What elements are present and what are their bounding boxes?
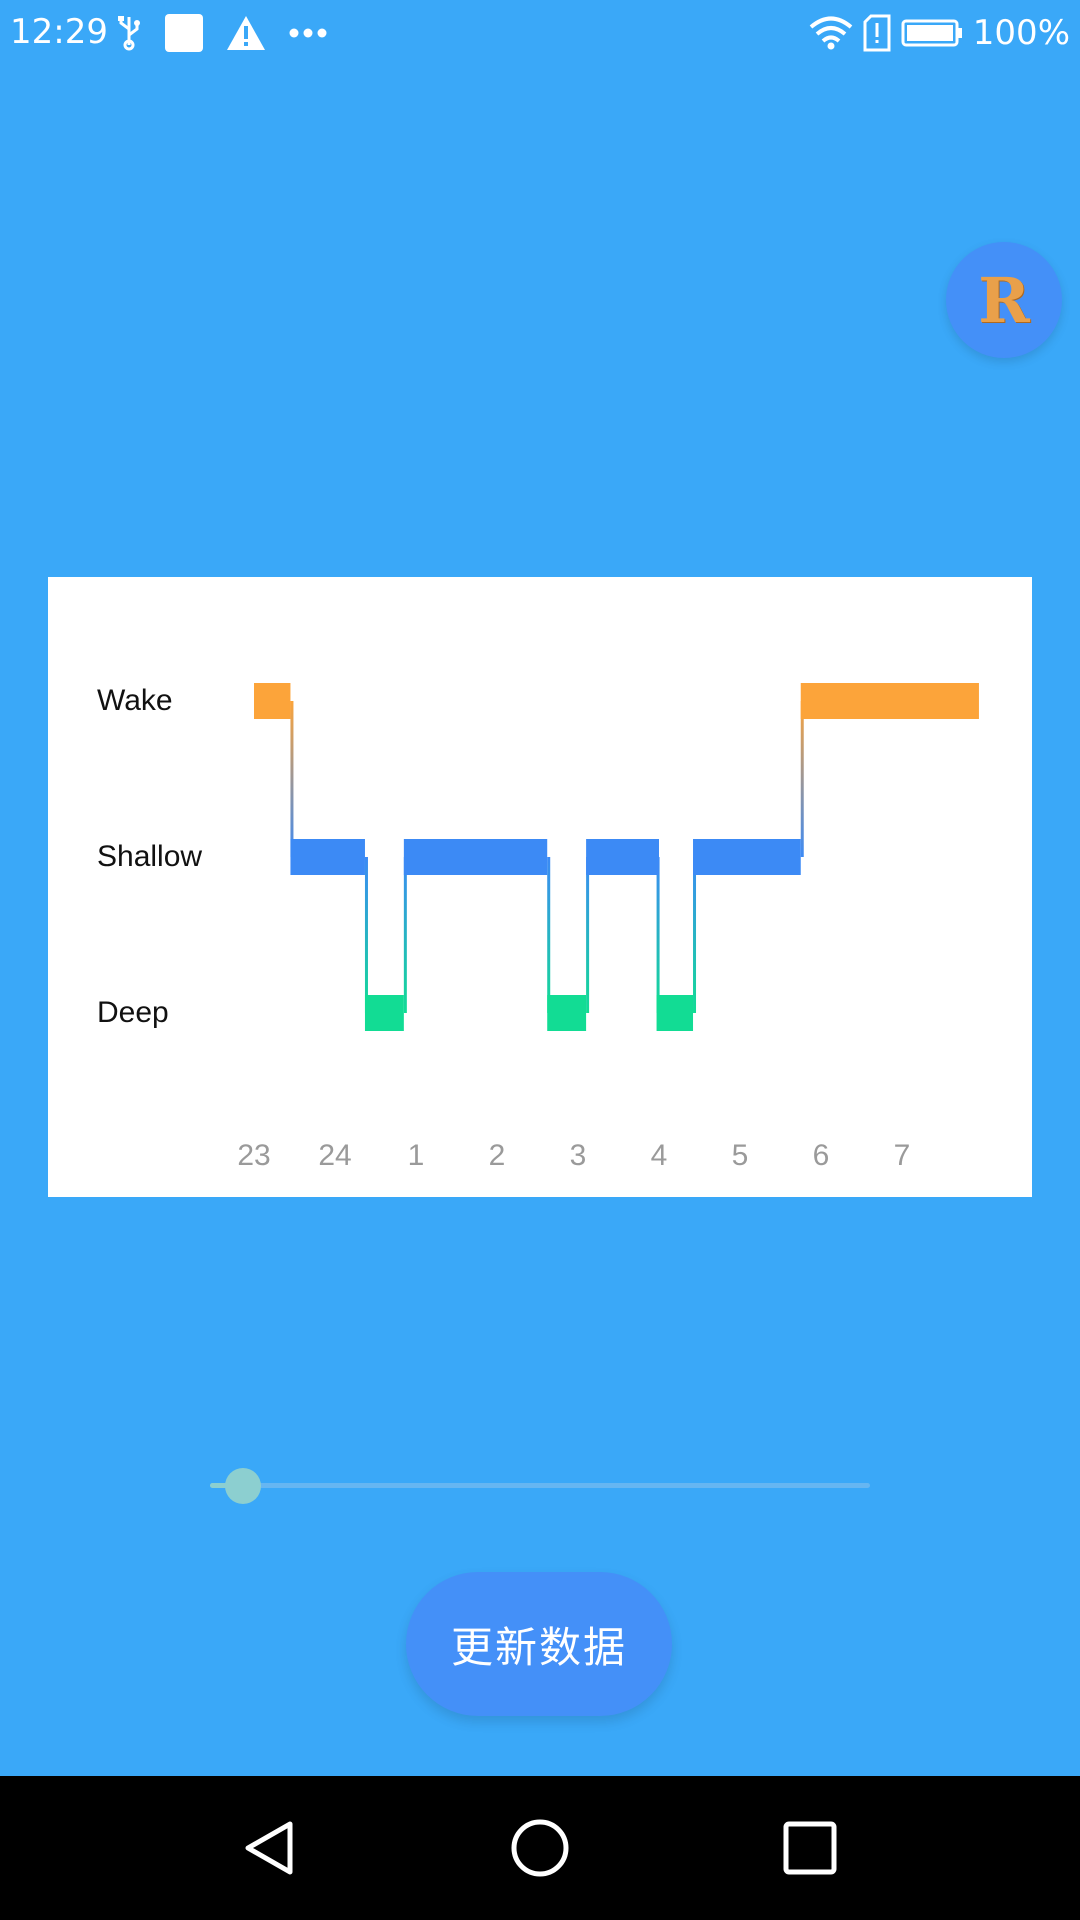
- notification-square-icon: [165, 14, 203, 52]
- sim-alert-icon: [863, 14, 891, 52]
- x-tick-label: 6: [812, 1139, 830, 1172]
- home-icon[interactable]: [504, 1812, 576, 1884]
- avatar-letter: R: [978, 263, 1030, 337]
- status-bar: 12:29 100%: [0, 0, 1080, 66]
- x-tick-label: 4: [650, 1139, 668, 1172]
- stage-connector: [800, 701, 804, 857]
- status-right-icons: 100%: [809, 12, 1070, 54]
- y-label-wake: Wake: [97, 684, 173, 717]
- stage-bar-wake: [254, 683, 291, 719]
- stage-bar-wake: [800, 683, 979, 719]
- stage-connector: [693, 857, 697, 1013]
- stage-bar-deep: [547, 995, 587, 1031]
- usb-icon: [118, 16, 140, 51]
- sleep-chart: [254, 683, 979, 1031]
- stage-bar-shallow: [403, 839, 548, 875]
- stage-connector: [656, 857, 660, 1013]
- stage-bar-deep: [364, 995, 404, 1031]
- avatar-r-button[interactable]: R: [946, 242, 1062, 358]
- battery-percent: 100%: [972, 13, 1070, 53]
- status-left-icons: [116, 12, 328, 54]
- stage-bar-deep: [656, 995, 694, 1031]
- back-icon[interactable]: [234, 1812, 306, 1884]
- y-label-deep: Deep: [97, 996, 169, 1029]
- x-tick-label: 1: [407, 1139, 425, 1172]
- slider-thumb[interactable]: [225, 1468, 261, 1504]
- x-tick-label: 5: [731, 1139, 749, 1172]
- y-label-shallow: Shallow: [97, 840, 203, 873]
- x-tick-label: 7: [893, 1139, 911, 1172]
- stage-bar-shallow: [693, 839, 801, 875]
- progress-slider[interactable]: [210, 1468, 870, 1504]
- stage-bar-shallow: [586, 839, 659, 875]
- x-tick-label: 23: [237, 1139, 271, 1172]
- stage-connector: [364, 857, 368, 1013]
- more-dots-icon: [289, 28, 327, 38]
- x-tick-label: 2: [488, 1139, 506, 1172]
- warning-icon: [227, 16, 265, 50]
- battery-icon: [901, 19, 962, 47]
- sleep-chart-card: Wake Shallow Deep 23 24 1 2 3 4 5 6 7: [48, 577, 1032, 1197]
- stage-connector: [290, 701, 294, 857]
- status-time: 12:29: [10, 12, 108, 52]
- stage-connector: [586, 857, 590, 1013]
- stage-bar-shallow: [290, 839, 365, 875]
- x-tick-label: 24: [318, 1139, 352, 1172]
- x-tick-label: 3: [569, 1139, 587, 1172]
- slider-track[interactable]: [210, 1483, 870, 1488]
- recents-icon[interactable]: [774, 1812, 846, 1884]
- update-data-button[interactable]: 更新数据: [406, 1572, 672, 1716]
- stage-connector: [547, 857, 551, 1013]
- app-screen: 12:29 100% R Wake Shallow Deep 23 24 1 2…: [0, 0, 1080, 1920]
- navigation-bar: [0, 1776, 1080, 1920]
- stage-connector: [403, 857, 407, 1013]
- wifi-icon: [809, 16, 853, 50]
